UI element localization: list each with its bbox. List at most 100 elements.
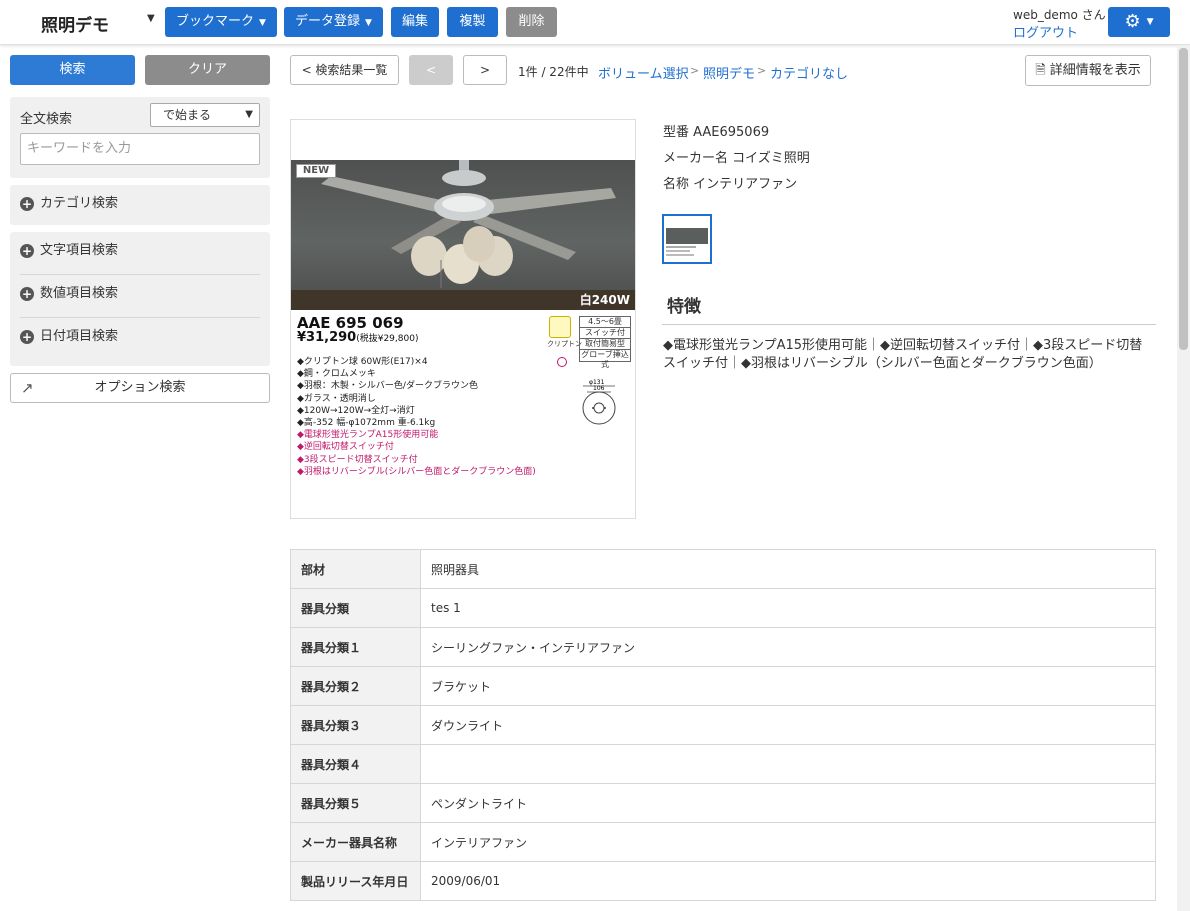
product-price: ¥31,290(税抜¥29,800): [297, 330, 418, 345]
spec-value: ブラケット: [420, 666, 1156, 706]
table-row: 器具分類 tes 1: [290, 588, 1156, 628]
back-to-results-button[interactable]: < 検索結果一覧: [290, 55, 399, 85]
clear-button[interactable]: クリア: [145, 55, 270, 85]
delete-button[interactable]: 削除: [506, 7, 557, 37]
gear-icon: ⚙: [1124, 11, 1141, 32]
spec-key: 器具分類４: [290, 744, 421, 784]
show-details-button[interactable]: 🗎 詳細情報を表示: [1025, 55, 1151, 86]
tag-room-size: 4.5～6畳: [580, 317, 630, 328]
table-row: 器具分類３ ダウンライト: [290, 705, 1156, 745]
breadcrumb-sep: >: [690, 64, 700, 77]
spec-key: 器具分類５: [290, 783, 421, 823]
new-badge: NEW: [296, 164, 336, 178]
chevron-down-icon: ▼: [245, 109, 253, 120]
document-icon: 🗎: [1035, 63, 1046, 78]
bulb-icon: [549, 316, 571, 338]
product-photo: 白240W NEW: [291, 160, 635, 310]
chevron-down-icon: ▼: [1146, 17, 1154, 27]
divider: [662, 324, 1156, 325]
spec-value: 2009/06/01: [420, 861, 1156, 901]
spec-line: ◆羽根：木製・シルバー色/ダークブラウン色: [297, 381, 478, 392]
breadcrumb-category[interactable]: カテゴリなし: [770, 63, 848, 82]
spec-key: 器具分類３: [290, 705, 421, 745]
plus-circle-icon: +: [20, 244, 34, 258]
product-thumbnail[interactable]: [662, 214, 712, 264]
keyword-input[interactable]: キーワードを入力: [20, 133, 260, 165]
tag-globe: グローブ挿込式: [581, 350, 629, 369]
breadcrumb-database[interactable]: 照明デモ: [703, 63, 755, 82]
features-text: ◆電球形蛍光ランプA15形使用可能｜◆逆回転切替スイッチ付｜◆3段スピード切替ス…: [663, 338, 1143, 371]
tag-switch: スイッチ付: [580, 328, 630, 339]
date-field-search-label: 日付項目検索: [40, 329, 119, 344]
product-name: 名称 インテリアファン: [663, 177, 798, 192]
scrollbar-thumb[interactable]: [1179, 48, 1188, 350]
spec-table: 部材 照明器具 器具分類 tes 1 器具分類１ シーリングファン・インテリアファン 器具分…: [290, 549, 1156, 901]
spec-tags: 4.5～6畳 スイッチ付 取付簡易型 グローブ挿込式: [579, 316, 631, 369]
spec-key: 器具分類２: [290, 666, 421, 706]
logout-link[interactable]: ログアウト: [1013, 22, 1078, 41]
spec-line: ◆高-352 幅-φ1072mm 重-6.1kg: [297, 418, 436, 429]
thumb-photo: [666, 228, 708, 244]
wattage-label: 白240W: [579, 293, 630, 307]
thumb-line: [666, 254, 694, 256]
spec-line: ◆羽根はリバーシブル(シルバー色面とダークブラウン色面): [297, 466, 536, 477]
breadcrumb-volume[interactable]: ボリューム選択: [598, 63, 689, 82]
bulb-label: クリプトン: [547, 340, 582, 348]
spec-line: ◆クリプトン球 60W形(E17)×4: [297, 357, 428, 367]
settings-button[interactable]: ⚙ ▼: [1108, 7, 1170, 37]
price-value: ¥31,290: [297, 330, 357, 345]
data-register-button[interactable]: データ登録 ▼: [284, 7, 383, 37]
spec-key: 器具分類１: [290, 627, 421, 667]
product-image[interactable]: 白240W NEW AAE 695 069 ¥31,290(税抜¥29,800)…: [290, 119, 636, 519]
table-row: 器具分類５ ペンダントライト: [290, 783, 1156, 823]
chevron-down-icon: ▼: [365, 18, 372, 28]
spec-line: ◆ガラス・透明消し: [297, 393, 376, 404]
category-search-panel: + カテゴリ検索: [10, 185, 270, 225]
duplicate-button[interactable]: 複製: [447, 7, 498, 37]
model-number: 型番 AAE695069: [663, 125, 770, 140]
spec-key: 部材: [290, 549, 421, 589]
fulltext-search-panel: 全文検索 で始まる ▼ キーワードを入力: [10, 97, 270, 178]
prev-record-button[interactable]: <: [409, 55, 453, 85]
match-mode-select[interactable]: で始まる ▼: [150, 103, 260, 127]
app-title[interactable]: 照明デモ: [41, 11, 109, 36]
spec-value: シーリングファン・インテリアファン: [420, 627, 1156, 667]
chevron-down-icon: ▼: [259, 18, 266, 28]
table-row: 製品リリース年月日 2009/06/01: [290, 861, 1156, 901]
spec-value: ダウンライト: [420, 705, 1156, 745]
bookmark-button[interactable]: ブックマーク ▼: [165, 7, 277, 37]
plus-circle-icon: +: [20, 330, 34, 344]
spec-value: tes 1: [420, 588, 1156, 628]
numeric-field-search-toggle[interactable]: + 数値項目検索: [20, 284, 118, 304]
dim-inner: 106: [593, 385, 605, 392]
spec-line: ◆120W→120W→全灯→消灯: [297, 405, 415, 416]
table-row: メーカー器具名称 インテリアファン: [290, 822, 1156, 862]
fulltext-label: 全文検索: [20, 112, 73, 127]
spec-line: ◆逆回転切替スイッチ付: [297, 442, 394, 453]
spec-value: インテリアファン: [420, 822, 1156, 862]
numeric-field-search-label: 数値項目検索: [40, 286, 119, 301]
plus-circle-icon: +: [20, 287, 34, 301]
external-link-icon: ↗: [21, 379, 34, 397]
features-title: 特徴: [667, 297, 701, 317]
search-button[interactable]: 検索: [10, 55, 135, 85]
date-field-search-toggle[interactable]: + 日付項目検索: [20, 327, 118, 347]
plus-circle-icon: +: [20, 197, 34, 211]
text-field-search-toggle[interactable]: + 文字項目検索: [20, 241, 118, 261]
maker-name: メーカー名 コイズミ照明: [663, 151, 810, 166]
ceiling-fan-illustration: [321, 160, 616, 288]
spec-value: 照明器具: [420, 549, 1156, 589]
spec-line: ◆鋼・クロムメッキ: [297, 369, 376, 380]
spec-value: [420, 744, 1156, 784]
category-search-toggle[interactable]: + カテゴリ検索: [20, 194, 118, 214]
next-record-button[interactable]: >: [463, 55, 507, 85]
app-switch-caret-icon[interactable]: ▼: [147, 13, 155, 24]
option-search-button[interactable]: ↗ オプション検索: [10, 373, 270, 403]
table-row: 部材 照明器具: [290, 549, 1156, 589]
text-field-search-label: 文字項目検索: [40, 243, 119, 258]
divider: [20, 317, 260, 318]
edit-button[interactable]: 編集: [391, 7, 439, 37]
spec-value: ペンダントライト: [420, 783, 1156, 823]
spec-key: 器具分類: [290, 588, 421, 628]
spec-line: ◆電球形蛍光ランプA15形使用可能: [297, 430, 439, 441]
